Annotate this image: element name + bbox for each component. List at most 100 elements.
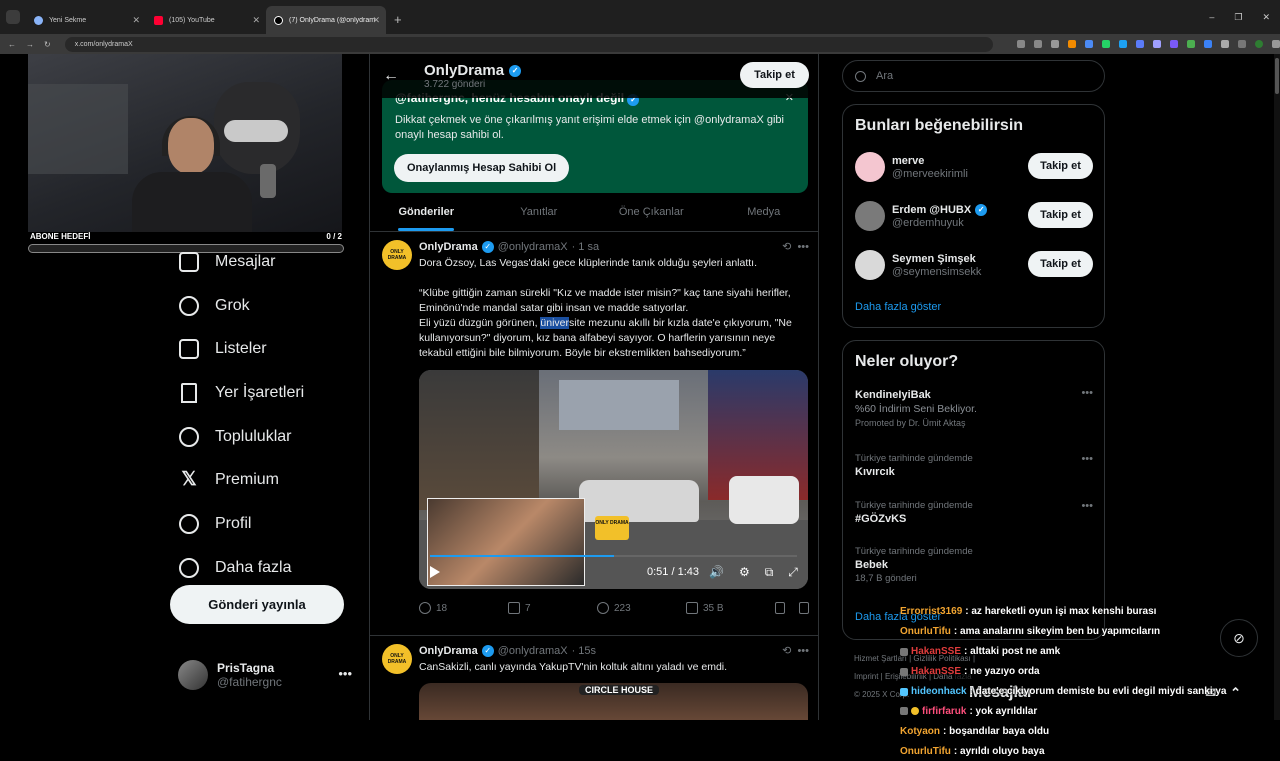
reload-icon[interactable]: ↻ xyxy=(44,40,51,49)
nav-item-profile[interactable]: Profil xyxy=(170,502,360,546)
repost-button[interactable]: 7 xyxy=(508,602,597,614)
trend-item[interactable]: Türkiye tarihinde gündemde Kıvırcık ••• xyxy=(855,453,1093,478)
video-progress[interactable] xyxy=(430,555,797,557)
follow-button[interactable]: Takip et xyxy=(1028,202,1093,228)
post-time[interactable]: · 15s xyxy=(572,645,596,657)
tab-media[interactable]: Medya xyxy=(708,193,819,231)
post-button[interactable]: Gönderi yayınla xyxy=(170,585,344,624)
minimize-icon[interactable]: – xyxy=(1209,12,1214,23)
menu-dots-icon[interactable] xyxy=(1272,40,1280,48)
author-name[interactable]: OnlyDrama xyxy=(419,241,478,253)
tweet-media[interactable]: CIRCLE HOUSE xyxy=(419,683,808,720)
search-placeholder: Ara xyxy=(876,70,894,82)
trend-item[interactable]: Türkiye tarihinde gündemde #GÖZvKS ••• xyxy=(855,500,1093,525)
verified-badge-icon: ✓ xyxy=(481,241,494,253)
show-more-link[interactable]: Daha fazla göster xyxy=(855,301,941,313)
more-dots-icon[interactable]: ••• xyxy=(1081,453,1093,465)
tab-posts[interactable]: Gönderiler xyxy=(370,193,483,231)
account-switcher[interactable]: PrisTagna @fatihergnc ••• xyxy=(178,658,358,692)
like-button[interactable]: 223 xyxy=(597,602,686,614)
tab-search-icon[interactable] xyxy=(6,10,20,24)
fullscreen-icon[interactable]: ⤢ xyxy=(788,565,798,580)
volume-icon[interactable]: 🔊 xyxy=(709,565,724,580)
promo-body: Dikkat çekmek ve öne çıkarılmış yanıt er… xyxy=(395,114,784,141)
follow-button[interactable]: Takip et xyxy=(1028,251,1093,277)
grok-floating-button[interactable]: ⊘ xyxy=(1220,619,1258,657)
chat-line: Errorrist3169: az hareketli oyun işi max… xyxy=(900,606,1157,618)
post-time[interactable]: · 1 sa xyxy=(572,241,600,253)
trend-item[interactable]: KendineIyiBak %60 İndirim Seni Bekliyor.… xyxy=(855,387,1093,428)
post-count: 3.722 gönderi xyxy=(424,79,486,90)
bookmark-icon[interactable] xyxy=(775,602,785,614)
extension-icon[interactable] xyxy=(1204,40,1212,48)
reply-button[interactable]: 18 xyxy=(419,602,508,614)
grok-more-icons[interactable]: ⟲ ••• xyxy=(782,644,809,657)
video-player[interactable]: ONLY DRAMA 0:51 / 1:43 🔊 ⚙ ⧉ ⤢ xyxy=(419,370,808,589)
more-dots-icon[interactable]: ••• xyxy=(1081,500,1093,512)
extension-icon[interactable] xyxy=(1068,40,1076,48)
author-handle[interactable]: @onlydramaX xyxy=(498,645,568,657)
browser-tab-youtube[interactable]: (105) YouTube ✕ xyxy=(146,6,266,34)
puzzle-icon[interactable] xyxy=(1221,40,1229,48)
page-scrollbar[interactable] xyxy=(1274,54,1280,720)
views-button[interactable]: 35 B xyxy=(686,602,775,614)
url-field[interactable]: x.com/onlydramaX xyxy=(64,36,993,52)
more-dots-icon[interactable]: ••• xyxy=(1081,387,1093,399)
nav-item-premium[interactable]: 𝕏 Premium xyxy=(170,458,360,502)
get-verified-button[interactable]: Onaylanmış Hesap Sahibi Ol xyxy=(394,154,570,182)
extension-icon[interactable] xyxy=(1085,40,1093,48)
grok-more-icons[interactable]: ⟲ ••• xyxy=(782,240,809,253)
back-arrow-icon[interactable]: ← xyxy=(383,67,403,85)
nav-item-lists[interactable]: Listeler xyxy=(170,327,360,371)
zoom-icon[interactable] xyxy=(1034,40,1042,48)
avatar[interactable]: ONLY DRAMA xyxy=(382,240,412,270)
follow-button[interactable]: Takip et xyxy=(740,62,809,88)
close-icon[interactable]: ✕ xyxy=(132,15,140,26)
nav-item-more[interactable]: Daha fazla xyxy=(170,546,360,590)
cast-icon[interactable] xyxy=(1017,40,1025,48)
extension-icon[interactable] xyxy=(1102,40,1110,48)
extension-icon[interactable] xyxy=(1170,40,1178,48)
trend-item[interactable]: Türkiye tarihinde gündemde Bebek 18,7 B … xyxy=(855,546,1093,584)
author-name[interactable]: OnlyDrama xyxy=(419,645,478,657)
back-nav-icon[interactable]: ← xyxy=(8,40,16,49)
extension-icon[interactable] xyxy=(1187,40,1195,48)
close-icon[interactable]: ✕ xyxy=(252,15,260,26)
tweet[interactable]: ONLY DRAMA OnlyDrama ✓ @onlydramaX · 1 s… xyxy=(370,232,818,636)
browser-tab-onlydrama[interactable]: (7) OnlyDrama (@onlydramaX) ✕ xyxy=(266,6,386,34)
author-handle[interactable]: @onlydramaX xyxy=(498,241,568,253)
avatar[interactable]: ONLY DRAMA xyxy=(382,644,412,674)
settings-icon[interactable]: ⚙ xyxy=(739,565,750,580)
close-icon[interactable]: ✕ xyxy=(372,15,380,26)
tab-highlights[interactable]: Öne Çıkanlar xyxy=(595,193,708,231)
promoted-label: Promoted by Dr. Ümit Aktaş xyxy=(855,418,966,428)
tweet[interactable]: ONLY DRAMA OnlyDrama ✓ @onlydramaX · 15s… xyxy=(370,636,818,720)
nav-item-grok[interactable]: Grok xyxy=(170,284,360,328)
follow-button[interactable]: Takip et xyxy=(1028,153,1093,179)
play-icon[interactable] xyxy=(430,566,440,578)
extension-icon[interactable] xyxy=(1119,40,1127,48)
tab-replies[interactable]: Yanıtlar xyxy=(483,193,596,231)
forward-nav-icon[interactable]: → xyxy=(26,40,34,49)
suggested-user[interactable]: merve @merveekirimli Takip et xyxy=(855,149,1093,185)
window-close-icon[interactable]: ✕ xyxy=(1262,12,1270,23)
star-icon[interactable] xyxy=(1051,40,1059,48)
share-icon[interactable] xyxy=(799,602,809,614)
nav-item-messages[interactable]: Mesajlar xyxy=(170,240,360,284)
extension-icon[interactable] xyxy=(1238,40,1246,48)
search-box[interactable]: Ara xyxy=(842,60,1105,92)
restore-icon[interactable]: ❐ xyxy=(1234,12,1242,23)
suggested-user[interactable]: Seymen Şimşek @seymensimsekk Takip et xyxy=(855,247,1093,283)
webcam-overlay xyxy=(28,54,342,232)
more-dots-icon[interactable]: ••• xyxy=(338,666,352,681)
suggested-user[interactable]: Erdem @HUBX ✓ @erdemhuyuk Takip et xyxy=(855,198,1093,234)
popout-icon[interactable]: ⧉ xyxy=(765,565,774,580)
nav-item-bookmarks[interactable]: Yer İşaretleri xyxy=(170,371,360,415)
browser-tab-new-tab[interactable]: Yeni Sekme ✕ xyxy=(26,6,146,34)
new-tab-icon[interactable]: + xyxy=(394,12,402,27)
nav-item-communities[interactable]: Topluluklar xyxy=(170,415,360,459)
profile-avatar-icon[interactable] xyxy=(1255,40,1263,48)
extension-icon[interactable] xyxy=(1136,40,1144,48)
extension-icon[interactable] xyxy=(1153,40,1161,48)
tab-title: (105) YouTube xyxy=(169,16,215,24)
